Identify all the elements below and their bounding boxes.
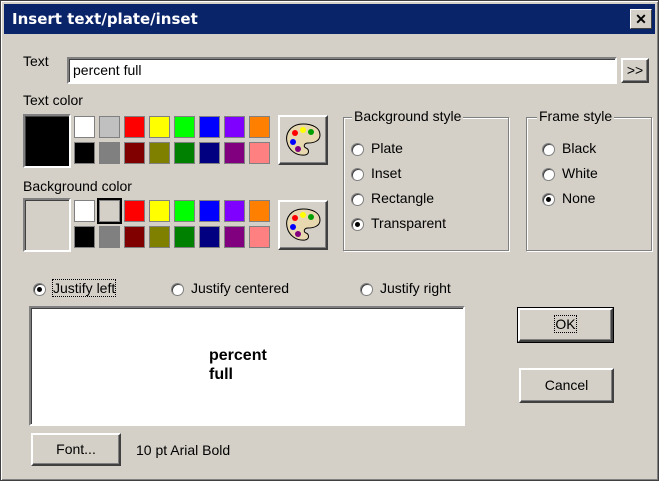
- radio-label: Rectangle: [371, 190, 435, 206]
- radio-label: Transparent: [371, 215, 446, 231]
- ok-button[interactable]: OK: [517, 307, 614, 343]
- radio-label: Justify left: [51, 279, 117, 297]
- text-color-swatch[interactable]: [74, 116, 95, 138]
- palette-icon: [286, 123, 321, 156]
- radio-button[interactable]: [360, 283, 373, 296]
- close-icon: ✕: [635, 11, 647, 27]
- background-color-swatch[interactable]: [224, 200, 245, 222]
- insert-text-dialog: Insert text/plate/inset ✕ Text percent f…: [0, 0, 659, 481]
- text-color-custom-button[interactable]: [278, 115, 328, 165]
- text-color-swatch[interactable]: [99, 116, 120, 138]
- expand-text-button[interactable]: >>: [621, 58, 649, 83]
- radio-button[interactable]: [33, 283, 46, 296]
- text-color-swatch[interactable]: [174, 142, 195, 164]
- dialog-title: Insert text/plate/inset: [12, 10, 198, 28]
- text-color-swatch[interactable]: [224, 142, 245, 164]
- text-color-swatch[interactable]: [249, 116, 270, 138]
- cancel-button[interactable]: Cancel: [519, 368, 614, 403]
- background-color-swatch[interactable]: [74, 200, 95, 222]
- radio-button[interactable]: [542, 193, 555, 206]
- text-color-swatch[interactable]: [124, 142, 145, 164]
- text-color-swatch[interactable]: [224, 116, 245, 138]
- text-color-swatch[interactable]: [149, 142, 170, 164]
- background-color-swatch[interactable]: [174, 200, 195, 222]
- ok-button-face: OK: [518, 308, 613, 342]
- radio-button[interactable]: [351, 193, 364, 206]
- title-bar: Insert text/plate/inset ✕: [4, 4, 655, 34]
- text-label: Text: [23, 53, 49, 69]
- background-color-swatch[interactable]: [199, 226, 220, 248]
- background-color-swatch[interactable]: [124, 226, 145, 248]
- frame-style-group: [526, 117, 652, 251]
- text-color-swatches: [74, 114, 274, 168]
- radio-label: White: [562, 165, 598, 181]
- background-color-label: Background color: [23, 178, 132, 194]
- text-color-swatch[interactable]: [74, 142, 95, 164]
- background-color-swatch[interactable]: [74, 226, 95, 248]
- text-color-swatch[interactable]: [174, 116, 195, 138]
- text-preview: percent full: [29, 306, 465, 426]
- background-color-swatch[interactable]: [249, 226, 270, 248]
- frame-style-legend: Frame style: [537, 108, 615, 124]
- preview-line-2: full: [209, 366, 233, 383]
- current-text-color: [23, 114, 71, 168]
- background-color-swatch[interactable]: [174, 226, 195, 248]
- radio-label: Inset: [371, 165, 402, 181]
- text-input[interactable]: percent full: [67, 57, 617, 84]
- background-color-swatch[interactable]: [149, 200, 170, 222]
- current-background-color: [23, 198, 71, 252]
- background-color-swatch[interactable]: [224, 226, 245, 248]
- text-color-swatch[interactable]: [99, 142, 120, 164]
- text-color-label: Text color: [23, 92, 83, 108]
- preview-line-1: percent: [209, 347, 267, 364]
- font-button[interactable]: Font...: [31, 433, 121, 466]
- radio-button[interactable]: [542, 168, 555, 181]
- radio-button[interactable]: [351, 143, 364, 156]
- text-color-swatch[interactable]: [199, 116, 220, 138]
- background-color-swatch[interactable]: [149, 226, 170, 248]
- ok-label: OK: [554, 315, 577, 333]
- background-color-swatch[interactable]: [124, 200, 145, 222]
- radio-button[interactable]: [542, 143, 555, 156]
- radio-label: Justify right: [380, 280, 451, 296]
- radio-button[interactable]: [351, 168, 364, 181]
- radio-button[interactable]: [351, 218, 364, 231]
- close-button[interactable]: ✕: [630, 9, 652, 29]
- background-color-swatch[interactable]: [99, 226, 120, 248]
- text-color-swatch[interactable]: [149, 116, 170, 138]
- background-color-swatch[interactable]: [97, 198, 122, 224]
- background-color-swatch[interactable]: [249, 200, 270, 222]
- palette-icon: [286, 208, 321, 241]
- radio-label: Justify centered: [191, 280, 290, 296]
- background-color-swatch[interactable]: [199, 200, 220, 222]
- background-style-legend: Background style: [352, 108, 464, 124]
- background-color-swatches: [74, 198, 274, 252]
- background-color-custom-button[interactable]: [278, 200, 328, 250]
- text-color-swatch[interactable]: [124, 116, 145, 138]
- radio-label: Plate: [371, 140, 403, 156]
- radio-label: None: [562, 190, 596, 206]
- radio-button[interactable]: [171, 283, 184, 296]
- text-color-swatch[interactable]: [199, 142, 220, 164]
- radio-label: Black: [562, 140, 597, 156]
- text-color-swatch[interactable]: [249, 142, 270, 164]
- font-description: 10 pt Arial Bold: [136, 442, 231, 458]
